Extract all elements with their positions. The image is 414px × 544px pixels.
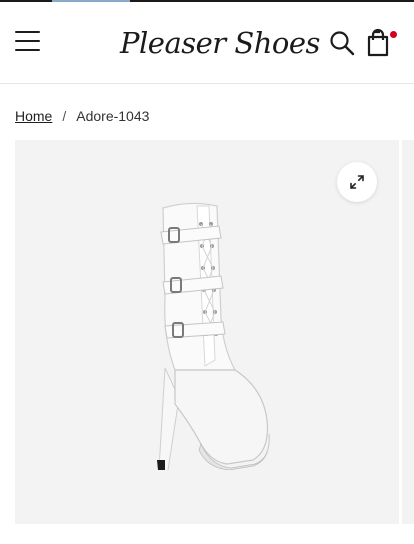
product-image	[157, 202, 270, 470]
expand-icon[interactable]	[337, 162, 377, 202]
shopping-bag-icon[interactable]	[366, 28, 398, 58]
product-image-gallery[interactable]	[15, 140, 399, 524]
breadcrumb: Home / Adore-1043	[15, 106, 149, 126]
breadcrumb-separator: /	[62, 108, 67, 124]
next-gallery-slide-peek[interactable]	[402, 140, 414, 524]
logo-text: Pleaser Shoes	[120, 26, 320, 60]
site-header: Pleaser Shoes	[0, 2, 414, 84]
search-icon[interactable]	[329, 30, 355, 56]
hamburger-menu-icon[interactable]	[15, 31, 41, 51]
cart-notification-badge	[390, 31, 397, 38]
breadcrumb-home-link[interactable]: Home	[15, 108, 52, 124]
site-logo[interactable]: Pleaser Shoes	[120, 20, 320, 66]
breadcrumb-current: Adore-1043	[76, 108, 150, 124]
